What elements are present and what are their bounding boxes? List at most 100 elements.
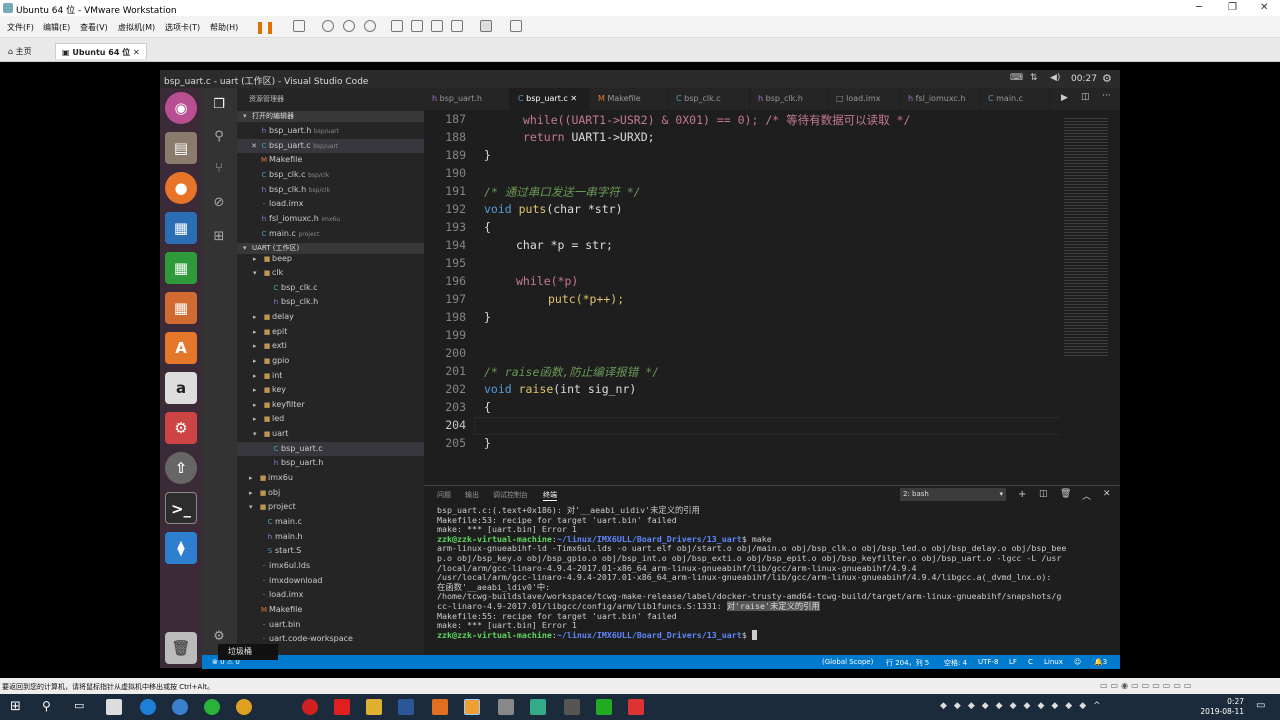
search-icon[interactable]: ⚲	[42, 699, 51, 713]
system-settings-icon[interactable]: ⚙	[165, 412, 197, 444]
open-editor-item[interactable]: Cmain.c project	[237, 227, 424, 241]
sidebar-toggle-icon[interactable]	[391, 20, 403, 32]
tree-file[interactable]: · uart.bin	[237, 618, 424, 632]
menu-help[interactable]: 帮助(H)	[210, 22, 238, 33]
tree-file[interactable]: · imxdownload	[237, 574, 424, 588]
tree-file[interactable]: Cbsp_clk.c	[237, 281, 424, 295]
menu-file[interactable]: 文件(F)	[7, 22, 34, 33]
tab-home[interactable]: ⌂ 主页	[2, 43, 38, 59]
task-view-icon[interactable]: ▭	[74, 699, 84, 712]
edge-icon[interactable]	[140, 699, 156, 715]
debug-icon[interactable]: ⊘	[210, 194, 228, 212]
app-icon[interactable]	[334, 699, 350, 715]
tab-output[interactable]: 输出	[465, 490, 479, 500]
run-icon[interactable]: ▶	[1061, 93, 1068, 103]
browser-icon[interactable]	[172, 699, 188, 715]
firefox-icon[interactable]: ●	[165, 172, 197, 204]
netease-music-icon[interactable]	[302, 699, 318, 715]
os-mode[interactable]: Linux	[1044, 658, 1063, 666]
new-terminal-icon[interactable]: +	[1018, 489, 1026, 500]
system-clock[interactable]: 0:27 2019-08-11	[1200, 697, 1244, 717]
start-icon[interactable]: ⊞	[10, 699, 21, 714]
tree-file[interactable]: h main.h	[237, 530, 424, 544]
camera-app-icon[interactable]	[106, 699, 122, 715]
notifications[interactable]: 🔔3	[1094, 658, 1107, 666]
tab-fsl-iomuxc-h[interactable]: h fsl_iomuxc.h	[900, 88, 980, 110]
maximize-panel-icon[interactable]: ︿	[1082, 489, 1091, 502]
top-clock[interactable]: 00:27	[1071, 74, 1097, 84]
revert-snapshot-icon[interactable]	[343, 20, 355, 32]
app-icon[interactable]	[530, 699, 546, 715]
device-icons[interactable]: ▭▭◉▭▭▭▭▭▭	[1100, 681, 1194, 690]
tree-folder[interactable]: ▸ ■ exti	[237, 339, 424, 353]
app-icon[interactable]	[498, 699, 514, 715]
tree-folder[interactable]: ▸ ■ imx6u	[237, 471, 424, 485]
tree-file[interactable]: Cmain.c	[237, 515, 424, 529]
tab-bsp-clk-c[interactable]: C bsp_clk.c	[668, 88, 750, 110]
tab-ubuntu[interactable]: ▣ Ubuntu 64 位 ✕	[55, 43, 147, 59]
keyboard-icon[interactable]: ⌨	[1010, 73, 1023, 83]
restore-button[interactable]: ❐	[1228, 2, 1237, 13]
chrome-icon[interactable]	[236, 699, 252, 715]
files-icon[interactable]: ▤	[165, 132, 197, 164]
code-editor[interactable]: 187 188 189 190 191 192 193 194 195 196 …	[424, 110, 1120, 485]
vmware-taskbar-icon[interactable]	[464, 699, 480, 715]
split-terminal-icon[interactable]: ◫	[1039, 489, 1048, 499]
split-editor-icon[interactable]: ◫	[1081, 92, 1090, 102]
tree-folder[interactable]: ▸ ■ epit	[237, 325, 424, 339]
tree-folder[interactable]: ▸ ■ obj	[237, 486, 424, 500]
menu-edit[interactable]: 编辑(E)	[43, 22, 70, 33]
snapshot-icon[interactable]	[322, 20, 334, 32]
tree-folder[interactable]: ▸ ■ int	[237, 369, 424, 383]
encoding[interactable]: UTF-8	[978, 658, 998, 666]
app-icon[interactable]	[628, 699, 644, 715]
explorer-icon[interactable]: ❐	[210, 96, 228, 114]
software-center-icon[interactable]: A	[165, 332, 197, 364]
send-ctrl-alt-del-icon[interactable]	[293, 20, 305, 32]
tree-folder[interactable]: ▸ ■ beep	[237, 252, 424, 266]
feedback-smiley-icon[interactable]: ☺	[1074, 658, 1081, 666]
menu-vm[interactable]: 虚拟机(M)	[118, 22, 155, 33]
tab-makefile[interactable]: M Makefile	[590, 88, 668, 110]
open-editor-item[interactable]: Cbsp_clk.c bsp/clk	[237, 168, 424, 182]
source-control-icon[interactable]: ⑂	[210, 160, 228, 178]
tree-file[interactable]: h bsp_clk.h	[237, 295, 424, 309]
app-icon[interactable]	[432, 699, 448, 715]
more-actions-icon[interactable]: ···	[1102, 91, 1111, 101]
unity-icon[interactable]	[451, 20, 463, 32]
menu-view[interactable]: 查看(V)	[80, 22, 108, 33]
volume-icon[interactable]: ◀)	[1050, 73, 1060, 83]
ubuntu-dash-icon[interactable]: ◉	[165, 92, 197, 124]
network-icon[interactable]: ⇅	[1030, 73, 1038, 83]
search-icon[interactable]: ⚲	[210, 128, 228, 146]
indentation[interactable]: 空格: 4	[944, 658, 967, 668]
close-panel-icon[interactable]: ✕	[1103, 489, 1111, 499]
writer-icon[interactable]: ▦	[165, 212, 197, 244]
tree-folder[interactable]: ▸ ■ led	[237, 412, 424, 426]
tree-folder[interactable]: ▸ ■ keyfilter	[237, 398, 424, 412]
settings-gear-icon[interactable]: ⚙	[1102, 72, 1112, 85]
close-icon[interactable]: ✕	[249, 139, 259, 153]
open-editor-item[interactable]: · load.imx	[237, 197, 424, 211]
wechat-icon[interactable]	[204, 699, 220, 715]
line-ending[interactable]: LF	[1009, 658, 1017, 666]
open-editor-item[interactable]: h bsp_clk.h bsp/clk	[237, 183, 424, 197]
tree-file[interactable]: Sstart.S	[237, 544, 424, 558]
console-icon[interactable]	[480, 20, 492, 32]
trash-icon[interactable]: 🗑	[165, 632, 197, 664]
tree-file[interactable]: · imx6ul.lds	[237, 559, 424, 573]
tree-folder[interactable]: ▾ ■ uart	[237, 427, 424, 441]
calculator-icon[interactable]	[564, 699, 580, 715]
close-tab-icon[interactable]: ✕	[133, 48, 140, 57]
terminal-output[interactable]: bsp_uart.c:(.text+0x186): 对'__aeabi_uidi…	[437, 505, 1107, 640]
tab-main-c[interactable]: C main.c	[980, 88, 1050, 110]
open-editor-item[interactable]: h fsl_iomuxc.h imx6u	[237, 212, 424, 226]
vscode-icon[interactable]: ⧫	[165, 532, 197, 564]
app-icon[interactable]	[596, 699, 612, 715]
open-editor-item[interactable]: h bsp_uart.h bsp/uart	[237, 124, 424, 138]
open-editor-item[interactable]: M Makefile	[237, 153, 424, 167]
tree-file[interactable]: h bsp_uart.h	[237, 456, 424, 470]
folder-app-icon[interactable]	[366, 699, 382, 715]
thumbnail-icon[interactable]	[411, 20, 423, 32]
language-mode[interactable]: C	[1028, 658, 1033, 666]
